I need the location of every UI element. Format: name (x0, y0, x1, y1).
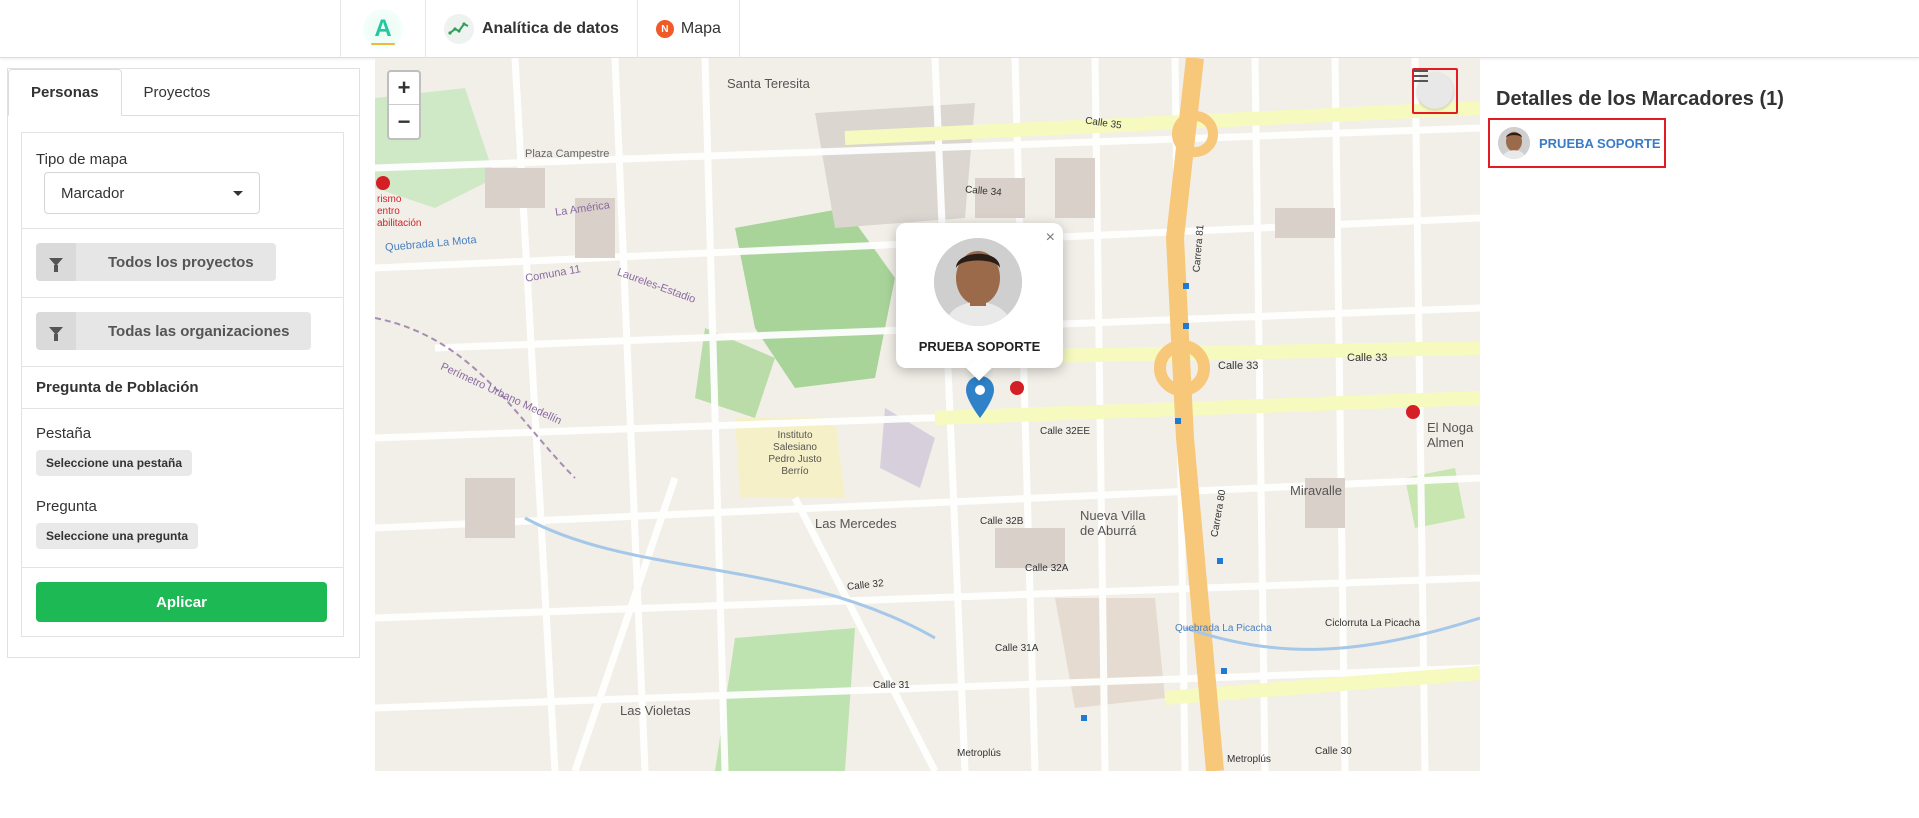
app-logo-icon: A (363, 9, 403, 49)
tab-personas[interactable]: Personas (8, 69, 122, 116)
all-projects-label: Todos los proyectos (108, 253, 254, 271)
main-nav: A Analítica de datos N Mapa (340, 0, 740, 58)
nav-map[interactable]: N Mapa (636, 0, 740, 58)
close-icon[interactable]: × (1046, 229, 1055, 247)
population-question-section: Pregunta de Población (22, 367, 343, 409)
layers-menu-button[interactable] (1412, 68, 1458, 114)
map-type-label: Tipo de mapa (36, 151, 128, 168)
tab-label: Pestaña (36, 425, 92, 442)
marker-popup: × PRUEBA SOPORTE (896, 223, 1063, 368)
marker-details-title: Detalles de los Marcadores (1) (1496, 88, 1784, 110)
map-label: Calle 32B (980, 516, 1024, 527)
select-question-chip[interactable]: Seleccione una pregunta (36, 523, 199, 549)
map-label: El Noga Almen (1427, 420, 1474, 450)
apply-section: Aplicar (22, 568, 343, 636)
filter-icon (36, 312, 76, 350)
map-label: Calle 32A (1025, 563, 1069, 574)
map-label: Nueva Villa de Aburrá (1080, 508, 1146, 538)
analytics-chart-icon (444, 14, 474, 44)
filter-panel: Personas Proyectos Tipo de mapa Marcador… (7, 68, 360, 658)
chevron-down-icon (233, 190, 243, 196)
map-label: Metroplús (957, 748, 1001, 759)
projects-filter-section: Todos los proyectos (22, 229, 343, 298)
zoom-out-button[interactable]: − (389, 105, 419, 138)
map-view[interactable]: Santa Teresita Plaza Campestre Comuna 11… (375, 58, 1480, 771)
map-label: Calle 31A (995, 643, 1039, 654)
map-label: Miravalle (1290, 483, 1343, 498)
marker-person-link[interactable]: PRUEBA SOPORTE (1539, 136, 1661, 151)
filter-tabs: Personas Proyectos (8, 69, 359, 116)
map-type-section: Tipo de mapa Marcador (22, 133, 343, 229)
select-tab-chip[interactable]: Seleccione una pestaña (36, 450, 193, 476)
zoom-control: + − (387, 70, 421, 140)
avatar (1498, 127, 1530, 159)
location-pin-icon (966, 376, 994, 418)
avatar (934, 238, 1022, 326)
map-label: Metroplús (1227, 754, 1271, 765)
map-label: Ciclorruta La Picacha (1325, 618, 1421, 629)
all-projects-button[interactable]: Todos los proyectos (36, 243, 276, 281)
all-organizations-button[interactable]: Todas las organizaciones (36, 312, 312, 350)
top-navigation-bar: A Analítica de datos N Mapa (0, 0, 1919, 58)
marker-details-panel: Detalles de los Marcadores (1) PRUEBA SO… (1480, 74, 1919, 771)
population-question-title: Pregunta de Población (36, 379, 199, 396)
map-label: Las Violetas (620, 703, 691, 718)
nav-analytics[interactable]: Analítica de datos (425, 0, 637, 58)
institute-label: Instituto Salesiano Pedro Justo Berrío (768, 430, 822, 477)
map-label: Calle 31 (873, 680, 910, 691)
map-type-select[interactable]: Marcador (44, 172, 260, 214)
zoom-in-button[interactable]: + (389, 72, 419, 105)
tab-proyectos[interactable]: Proyectos (122, 69, 233, 116)
filter-form: Tipo de mapa Marcador Todos los proyecto… (21, 132, 344, 637)
map-label: Calle 33 (1218, 360, 1259, 372)
map-label: Plaza Campestre (525, 148, 610, 160)
map-label: Calle 33 (1347, 352, 1388, 364)
nav-map-label: Mapa (680, 20, 721, 37)
map-label: Calle 32EE (1040, 426, 1091, 437)
home-logo-link[interactable]: A (340, 0, 425, 58)
apply-button[interactable]: Aplicar (36, 582, 327, 622)
map-label: Calle 30 (1315, 746, 1352, 757)
popup-person-name: PRUEBA SOPORTE (918, 339, 1041, 354)
map-label: Las Mercedes (815, 516, 897, 531)
all-organizations-label: Todas las organizaciones (108, 322, 290, 340)
orgs-filter-section: Todas las organizaciones (22, 298, 343, 367)
map-label: Santa Teresita (727, 76, 810, 91)
hamburger-menu-icon (1414, 70, 1428, 82)
nav-analytics-label: Analítica de datos (482, 20, 619, 37)
marker-detail-item[interactable]: PRUEBA SOPORTE (1488, 118, 1666, 168)
map-label: rismo entro abilitación (377, 194, 422, 229)
map-badge-icon: N (655, 20, 674, 38)
question-select-section: Pestaña Seleccione una pestaña Pregunta … (22, 409, 343, 568)
question-label: Pregunta (36, 498, 97, 515)
map-type-value: Marcador (61, 184, 125, 202)
map-label: Quebrada La Picacha (1175, 623, 1272, 634)
filter-icon (36, 243, 76, 281)
map-marker-pin[interactable] (966, 376, 994, 418)
